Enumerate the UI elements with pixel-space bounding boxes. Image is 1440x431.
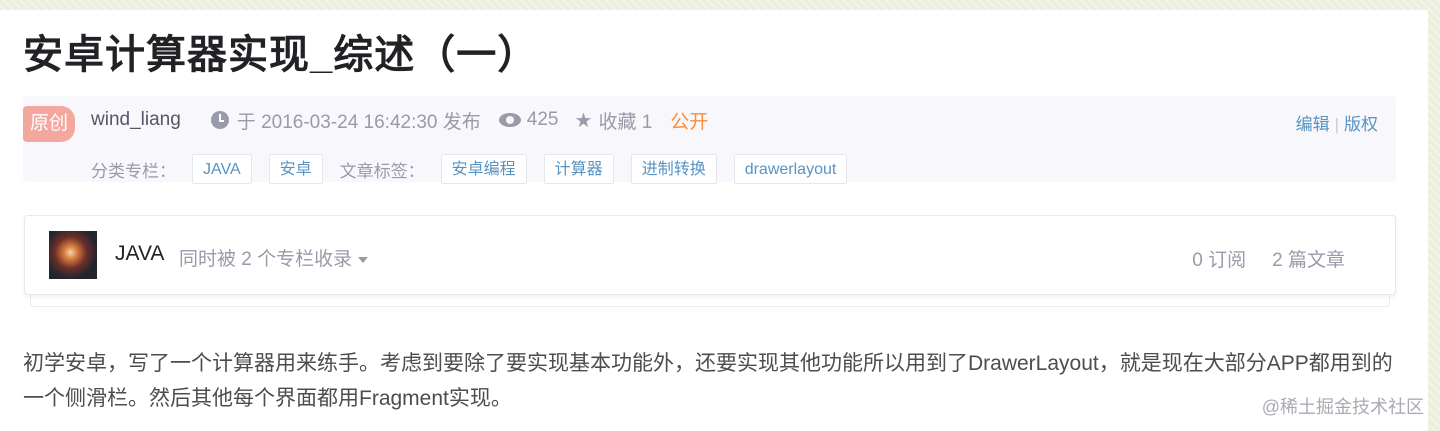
article-tag[interactable]: 安卓编程 (440, 154, 527, 184)
clock-icon (210, 111, 229, 129)
column-card-stack (30, 294, 1390, 307)
category-label: 分类专栏： (91, 161, 176, 181)
separator: | (1334, 115, 1339, 134)
publish-time: 于 2016-03-24 16:42:30 发布 (236, 111, 481, 133)
chevron-down-icon (358, 256, 369, 263)
column-thumbnail[interactable] (49, 231, 97, 279)
article-paragraph: 初学安卓，写了一个计算器用来练手。考虑到要除了要实现基本功能外，还要实现其他功能… (23, 352, 1393, 410)
column-collected-dropdown[interactable]: 同时被 2 个专栏收录 (179, 244, 369, 271)
article-count: 2 篇文章 (1272, 250, 1345, 271)
visibility-status: 公开 (670, 111, 709, 133)
meta-info-row: wind_liang 于 2016-03-24 16:42:30 发布 425 … (91, 107, 708, 133)
author-link[interactable]: wind_liang (91, 109, 181, 131)
subscription-count: 0 订阅 (1192, 250, 1247, 271)
column-card[interactable]: JAVA 同时被 2 个专栏收录 0 订阅 2 篇文章 (24, 215, 1396, 295)
article-tag[interactable]: drawerlayout (733, 154, 848, 184)
article-meta: 原创 wind_liang 于 2016-03-24 16:42:30 发布 4… (23, 96, 1396, 184)
article-card: 安卓计算器实现_综述（一） 原创 wind_liang 于 2016-03-24… (0, 10, 1428, 431)
eye-icon (498, 113, 521, 127)
column-stats: 0 订阅 2 篇文章 (1192, 245, 1345, 272)
article-tag[interactable]: 进制转换 (630, 154, 717, 184)
meta-actions: 编辑 | 版权 (1296, 110, 1378, 135)
category-tag[interactable]: 安卓 (268, 154, 323, 184)
watermark: @稀土掘金技术社区 (1261, 397, 1424, 417)
page-title: 安卓计算器实现_综述（一） (23, 33, 539, 77)
column-collected-text: 同时被 2 个专栏收录 (179, 249, 353, 270)
view-count: 425 (526, 109, 559, 130)
tags-row: 分类专栏： JAVA 安卓 文章标签： 安卓编程 计算器 进制转换 drawer… (91, 154, 864, 184)
original-badge: 原创 (23, 106, 75, 142)
category-tag[interactable]: JAVA (192, 154, 252, 184)
tags-label: 文章标签： (339, 161, 425, 181)
column-name[interactable]: JAVA (115, 242, 164, 266)
copyright-link[interactable]: 版权 (1344, 115, 1378, 134)
edit-link[interactable]: 编辑 (1296, 115, 1330, 134)
favorite-icon[interactable]: ★ (575, 108, 593, 133)
favorite-count[interactable]: 收藏 1 (598, 107, 652, 134)
article-tag[interactable]: 计算器 (543, 154, 614, 184)
